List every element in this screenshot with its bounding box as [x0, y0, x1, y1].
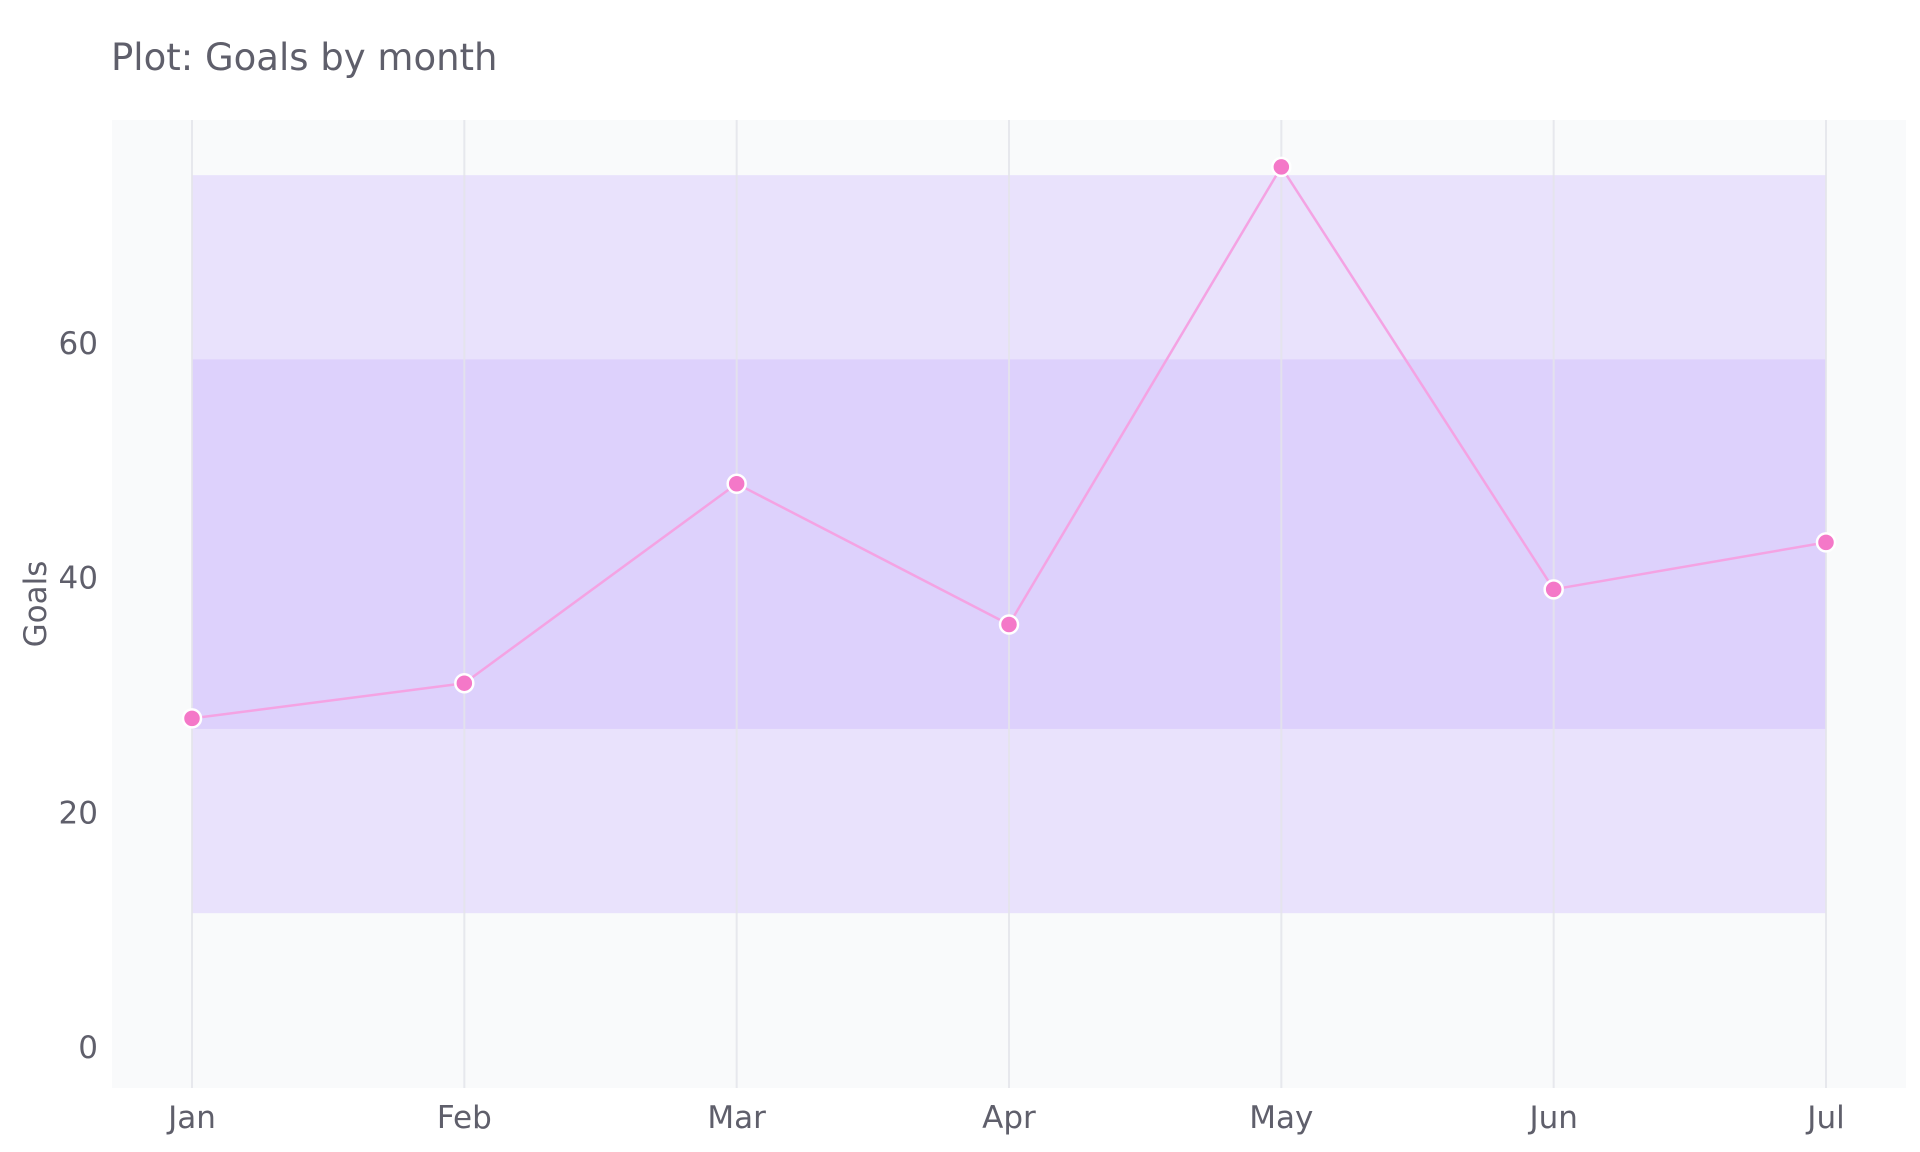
y-axis-title: Goals	[18, 561, 54, 648]
x-tick-label-jun: Jun	[1527, 1100, 1577, 1136]
goals-line-chart: Jan Feb Mar Apr May Jun Jul 0 20 40 60 Goals	[18, 120, 1906, 1136]
x-axis-tick-labels: Jan Feb Mar Apr May Jun Jul	[166, 1100, 1845, 1136]
x-tick-label-apr: Apr	[982, 1100, 1036, 1136]
y-tick-label-20: 20	[59, 795, 98, 831]
data-point-mar	[726, 473, 747, 494]
y-tick-label-0: 0	[78, 1030, 98, 1066]
y-tick-label-40: 40	[59, 561, 98, 597]
y-tick-label-60: 60	[59, 326, 98, 362]
data-point-jul	[1815, 532, 1837, 553]
data-point-apr	[998, 614, 1020, 635]
y-axis-tick-labels: 0 20 40 60	[59, 326, 98, 1066]
data-point-feb	[454, 672, 475, 694]
data-point-may	[1271, 156, 1292, 178]
data-point-jun	[1543, 579, 1564, 600]
x-tick-label-may: May	[1249, 1100, 1313, 1136]
x-tick-label-feb: Feb	[437, 1100, 492, 1136]
x-tick-label-jul: Jul	[1805, 1100, 1844, 1136]
data-point-jan	[181, 708, 203, 729]
x-tick-label-mar: Mar	[707, 1100, 766, 1136]
x-tick-label-jan: Jan	[166, 1100, 216, 1136]
